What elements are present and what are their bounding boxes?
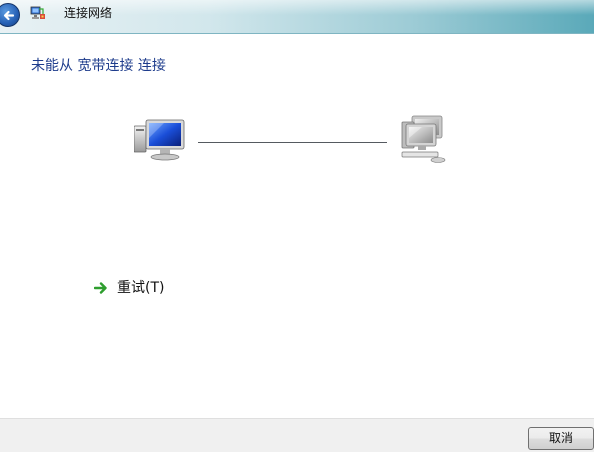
network-connection-icon: [30, 6, 45, 19]
window-title: 连接网络: [64, 6, 113, 20]
back-arrow-icon: [3, 10, 15, 21]
title-bar: 连接网络: [0, 0, 594, 34]
back-button[interactable]: [0, 3, 20, 27]
cancel-button[interactable]: 取消: [528, 427, 594, 450]
retry-link[interactable]: 重试(T): [94, 278, 164, 298]
retry-label: 重试(T): [117, 280, 165, 296]
footer-bar: [0, 418, 594, 452]
computer-icon: [134, 119, 185, 161]
page-heading: 未能从 宽带连接 连接: [31, 58, 166, 74]
green-arrow-icon: [94, 282, 107, 294]
connection-line: [198, 142, 387, 143]
network-icon: [401, 115, 446, 163]
